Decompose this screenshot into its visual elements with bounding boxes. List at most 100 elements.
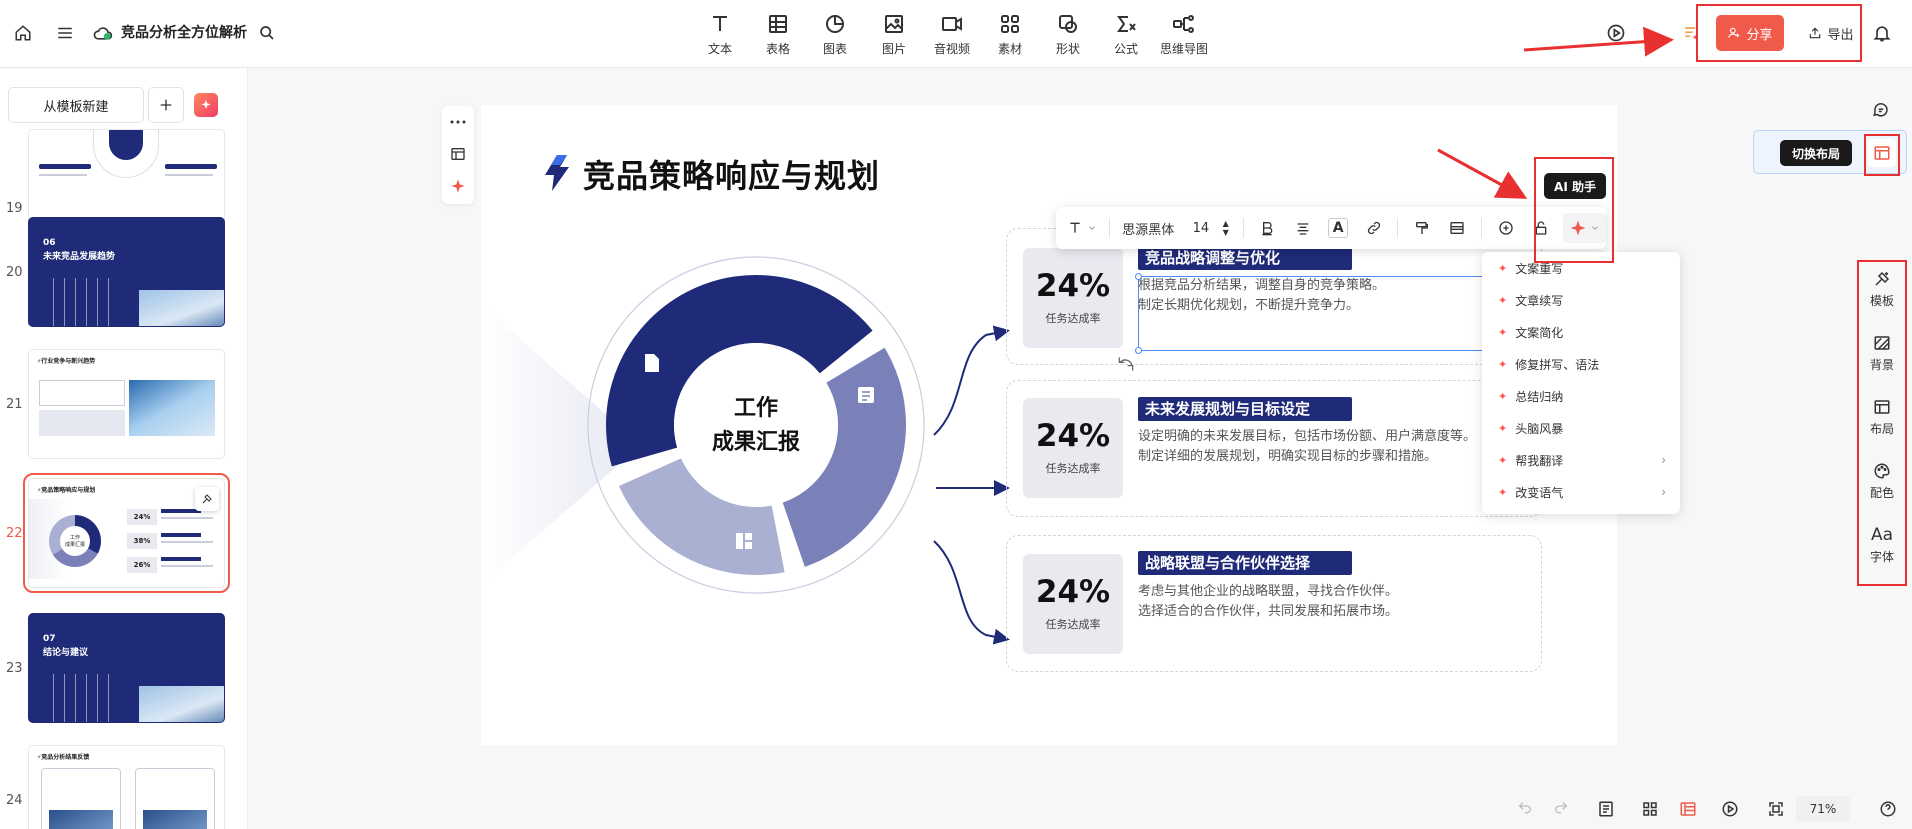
tool-label: 音视频 <box>933 42 970 56</box>
chart-icon <box>826 15 844 33</box>
annotation-box-ai-assistant <box>1534 157 1614 263</box>
ai-menu-item[interactable]: ✦ 文章续写 <box>1482 284 1680 316</box>
chevron-down-icon <box>1088 226 1095 230</box>
plus-icon <box>160 99 172 111</box>
bold-icon[interactable] <box>1250 213 1285 243</box>
card-line: 设定明确的未来发展目标，包括市场份额、用户满意度等。 <box>1138 429 1477 444</box>
annotation-box-switch-layout <box>1864 134 1900 176</box>
card-title-1[interactable]: 竞品战略调整与优化 <box>1138 246 1352 270</box>
ai-menu-item[interactable]: ✦ 总结归纳 <box>1482 380 1680 412</box>
ai-menu-item[interactable]: ✦ 头脑风暴 <box>1482 412 1680 444</box>
ai-menu-label: 文章续写 <box>1515 293 1564 308</box>
chevron-right-icon: › <box>1661 453 1666 467</box>
top-toolbar: 竞品分析全方位解析 文本 表格 图表 图片 音视频 素材 形状 公式 思维导图 <box>0 0 1912 68</box>
tool-video[interactable]: 音视频 <box>924 12 980 57</box>
ai-menu-label: 帮我翻译 <box>1515 453 1564 468</box>
thumb-template-icon[interactable] <box>195 487 219 511</box>
normal-view-icon[interactable] <box>1676 797 1700 821</box>
ring-center-line2: 成果汇报 <box>712 429 800 454</box>
ai-menu-label: 修复拼写、语法 <box>1515 357 1600 372</box>
help-icon[interactable] <box>1876 797 1900 821</box>
annotation-box-design-panel <box>1857 260 1907 586</box>
ai-menu-item[interactable]: ✦ 帮我翻译 › <box>1482 444 1680 476</box>
tool-shape[interactable]: 形状 <box>1040 12 1096 57</box>
image-icon <box>885 15 903 33</box>
cycle-ring-graphic[interactable]: 工作 成果汇报 <box>586 255 926 595</box>
text-color-icon[interactable]: A <box>1321 213 1356 243</box>
tool-image[interactable]: 图片 <box>866 12 922 57</box>
tool-chart[interactable]: 图表 <box>807 12 863 57</box>
slide-number: 23 <box>6 661 23 676</box>
menu-icon[interactable] <box>54 22 76 44</box>
text-icon <box>1069 222 1080 233</box>
notification-bell-icon[interactable] <box>1870 21 1894 45</box>
ai-menu-item[interactable]: ✦ 改变语气 › <box>1482 476 1680 508</box>
ai-sparkle-icon[interactable] <box>448 176 468 196</box>
slide-heading: 07 结论与建议 <box>43 634 89 658</box>
card-title-2[interactable]: 未来发展规划与目标设定 <box>1138 397 1352 421</box>
card-line: 制定详细的发展规划，明确实现目标的步骤和措施。 <box>1138 449 1438 464</box>
tool-material[interactable]: 素材 <box>982 12 1038 57</box>
layout-panel-icon[interactable] <box>448 144 468 164</box>
card-body-1[interactable]: 根据竞品分析结果，调整自身的竞争策略。 制定长期优化规划，不断提升竞争力。 <box>1138 276 1385 316</box>
document-title[interactable]: 竞品分析全方位解析 <box>121 22 247 42</box>
notes-icon[interactable] <box>1594 797 1618 821</box>
zoom-level[interactable]: 71% <box>1796 796 1850 822</box>
mindmap-icon <box>1173 15 1194 33</box>
fit-screen-icon[interactable] <box>1764 797 1788 821</box>
add-slide-button[interactable] <box>148 87 184 123</box>
card-line: 选择适合的合作伙伴，共同发展和拓展市场。 <box>1138 604 1399 619</box>
ai-menu-label: 改变语气 <box>1515 485 1564 500</box>
font-size-input[interactable]: 14 <box>1187 221 1215 236</box>
slide-title[interactable]: 竞品策略响应与规划 <box>583 151 880 197</box>
text-style-dropdown[interactable] <box>1060 213 1103 243</box>
card-body-3[interactable]: 考虑与其他企业的战略联盟，寻找合作伙伴。 选择适合的合作伙伴，共同发展和拓展市场… <box>1138 582 1398 622</box>
ai-menu-label: 文案简化 <box>1515 325 1564 340</box>
tool-mindmap[interactable]: 思维导图 <box>1156 12 1212 57</box>
percent-box-3: 24% 任务达成率 <box>1023 554 1123 654</box>
tool-table[interactable]: 表格 <box>750 12 806 57</box>
material-icon <box>1001 15 1019 33</box>
slide-preview: 06 未来竞品发展趋势 <box>28 217 225 327</box>
redo-icon[interactable] <box>1550 797 1572 819</box>
comment-icon[interactable] <box>1866 95 1896 125</box>
add-comment-icon[interactable] <box>1488 213 1523 243</box>
play-slideshow-icon[interactable] <box>1718 797 1742 821</box>
format-painter-icon[interactable] <box>1404 213 1439 243</box>
tool-label: 图表 <box>822 42 847 56</box>
card-title-3[interactable]: 战略联盟与合作伙伴选择 <box>1138 551 1352 575</box>
percent-box-1: 24% 任务达成率 <box>1023 248 1123 348</box>
tool-text[interactable]: 文本 <box>692 12 748 57</box>
card-body-2[interactable]: 设定明确的未来发展目标，包括市场份额、用户满意度等。 制定详细的发展规划，明确实… <box>1138 427 1476 467</box>
slide-number: 22 <box>6 526 23 541</box>
tool-label: 公式 <box>1113 42 1138 56</box>
canvas-mini-toolbar <box>442 106 474 204</box>
tool-formula[interactable]: 公式 <box>1098 12 1154 57</box>
video-icon <box>942 17 962 31</box>
ai-menu-item[interactable]: ✦ 修复拼写、语法 <box>1482 348 1680 380</box>
undo-icon[interactable] <box>1514 797 1536 819</box>
ai-menu-label: 总结归纳 <box>1515 389 1564 404</box>
slide-number: 20 <box>6 265 23 280</box>
rotate-handle-icon[interactable] <box>1116 354 1136 374</box>
ai-generate-icon[interactable] <box>194 93 218 117</box>
font-size-stepper[interactable]: ▲ ▼ <box>1223 219 1229 237</box>
cloud-saved-icon <box>92 23 114 43</box>
grid-view-icon[interactable] <box>1638 797 1662 821</box>
slides-panel: 从模板新建 19 20 06 未来竞品发展趋势 21 ⚡行业竞争与新兴趋势 22… <box>0 69 248 829</box>
align-center-icon[interactable] <box>1285 213 1320 243</box>
play-icon[interactable] <box>1605 22 1627 44</box>
search-icon[interactable] <box>256 22 278 44</box>
slide-number: 21 <box>6 397 23 412</box>
more-icon[interactable] <box>448 112 468 132</box>
ai-menu-item[interactable]: ✦ 文案简化 <box>1482 316 1680 348</box>
home-icon[interactable] <box>12 22 34 44</box>
percent-value: 24% <box>1035 417 1111 454</box>
tool-label: 图片 <box>881 42 906 56</box>
line-spacing-icon[interactable] <box>1440 213 1475 243</box>
slide-heading: 06 未来竞品发展趋势 <box>43 238 116 262</box>
font-family-select[interactable]: 思源黑体 <box>1116 219 1187 238</box>
lightning-logo-icon <box>545 155 569 191</box>
link-icon[interactable] <box>1356 213 1391 243</box>
new-from-template-button[interactable]: 从模板新建 <box>8 87 144 123</box>
